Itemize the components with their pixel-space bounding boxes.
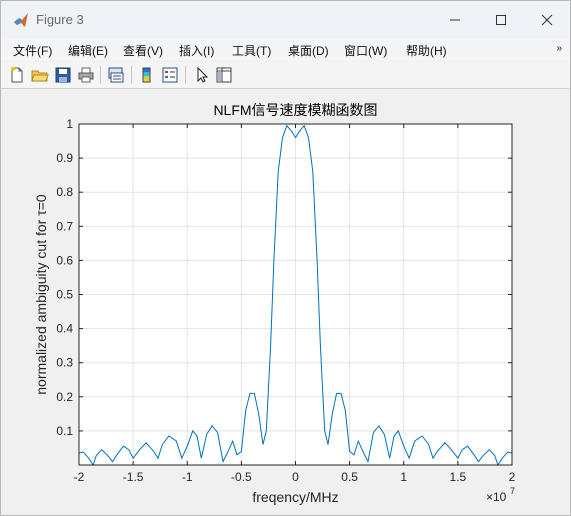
- x-tick-label: 2: [509, 470, 516, 484]
- toolbar-separator: [131, 66, 132, 84]
- minimize-button[interactable]: [432, 1, 478, 39]
- print-icon: [78, 67, 94, 83]
- figure-window: Figure 3 文件(F) 编辑(E) 查看(V) 插入(I) 工具(T) 桌…: [0, 0, 571, 516]
- title-bar[interactable]: Figure 3: [1, 1, 570, 39]
- close-icon: [541, 14, 553, 26]
- ambiguity-plot[interactable]: -2 -1.5 -1 -0.5 0 0.5 1 1.5 2 0.1 0.2 0.3 0.4 0.5 0.6 0…: [5, 90, 568, 513]
- edit-plot-cursor-icon: [197, 66, 209, 83]
- x-axis-label: freqency/MHz: [252, 489, 338, 505]
- x-exponent-power: 7: [510, 486, 515, 496]
- menu-tools[interactable]: 工具(T): [232, 42, 271, 59]
- matlab-logo-icon: [14, 13, 28, 27]
- save-button[interactable]: [54, 66, 72, 84]
- y-tick-label: 0.2: [56, 390, 73, 404]
- print-button[interactable]: [77, 66, 95, 84]
- insert-colorbar-icon: [142, 67, 151, 83]
- menu-desktop[interactable]: 桌面(D): [288, 42, 329, 59]
- new-figure-button[interactable]: [8, 66, 26, 84]
- y-tick-label: 0.5: [56, 288, 73, 302]
- y-tick-label: 1: [66, 117, 73, 131]
- y-axis-label: normalized ambiguity cut for τ=0: [33, 194, 49, 395]
- window-title: Figure 3: [36, 12, 84, 27]
- menu-file[interactable]: 文件(F): [13, 42, 52, 59]
- x-tick-label: 1: [400, 470, 407, 484]
- y-tick-label: 0.9: [56, 151, 73, 165]
- menu-bar: 文件(F) 编辑(E) 查看(V) 插入(I) 工具(T) 桌面(D) 窗口(W…: [1, 39, 570, 61]
- minimize-icon: [450, 19, 460, 21]
- edit-plot-button[interactable]: [193, 66, 211, 84]
- property-inspector-button[interactable]: [215, 66, 233, 84]
- x-tick-label: 1.5: [450, 470, 467, 484]
- x-tick-label: 0: [292, 470, 299, 484]
- link-plot-icon: [108, 67, 124, 83]
- save-icon: [55, 67, 71, 83]
- y-tick-label: 0.4: [56, 322, 73, 336]
- link-plot-button[interactable]: [107, 66, 125, 84]
- insert-colorbar-button[interactable]: [138, 66, 156, 84]
- menu-view[interactable]: 查看(V): [123, 42, 163, 59]
- toolbar-separator: [100, 66, 101, 84]
- insert-legend-icon: [162, 67, 178, 83]
- figure-canvas[interactable]: -2 -1.5 -1 -0.5 0 0.5 1 1.5 2 0.1 0.2 0.3 0.4 0.5 0.6 0…: [5, 90, 568, 513]
- menu-insert[interactable]: 插入(I): [179, 42, 214, 59]
- x-exponent-label: ×10: [486, 490, 507, 504]
- x-tick-label: -2: [74, 470, 85, 484]
- maximize-icon: [496, 15, 506, 25]
- x-tick-label: -1: [182, 470, 193, 484]
- toolbar: [1, 62, 570, 89]
- y-tick-label: 0.7: [56, 219, 73, 233]
- toolbar-separator: [185, 66, 186, 84]
- open-file-icon: [31, 70, 49, 82]
- y-tick-label: 0.8: [56, 185, 73, 199]
- property-inspector-icon: [216, 67, 232, 83]
- menu-edit[interactable]: 编辑(E): [68, 42, 108, 59]
- x-tick-label: 0.5: [341, 470, 358, 484]
- chart-title: NLFM信号速度模糊函数图: [213, 102, 377, 118]
- maximize-button[interactable]: [478, 1, 524, 39]
- y-tick-label: 0.1: [56, 424, 73, 438]
- insert-legend-button[interactable]: [161, 66, 179, 84]
- open-file-button[interactable]: [31, 66, 49, 84]
- y-tick-label: 0.3: [56, 356, 73, 370]
- menu-overflow-icon[interactable]: »: [556, 43, 562, 54]
- x-tick-label: -1.5: [123, 470, 144, 484]
- y-tick-label: 0.6: [56, 253, 73, 267]
- menu-help[interactable]: 帮助(H): [406, 42, 447, 59]
- new-figure-icon: [11, 67, 23, 83]
- menu-window[interactable]: 窗口(W): [344, 42, 387, 59]
- close-button[interactable]: [524, 1, 570, 39]
- x-tick-label: -0.5: [231, 470, 252, 484]
